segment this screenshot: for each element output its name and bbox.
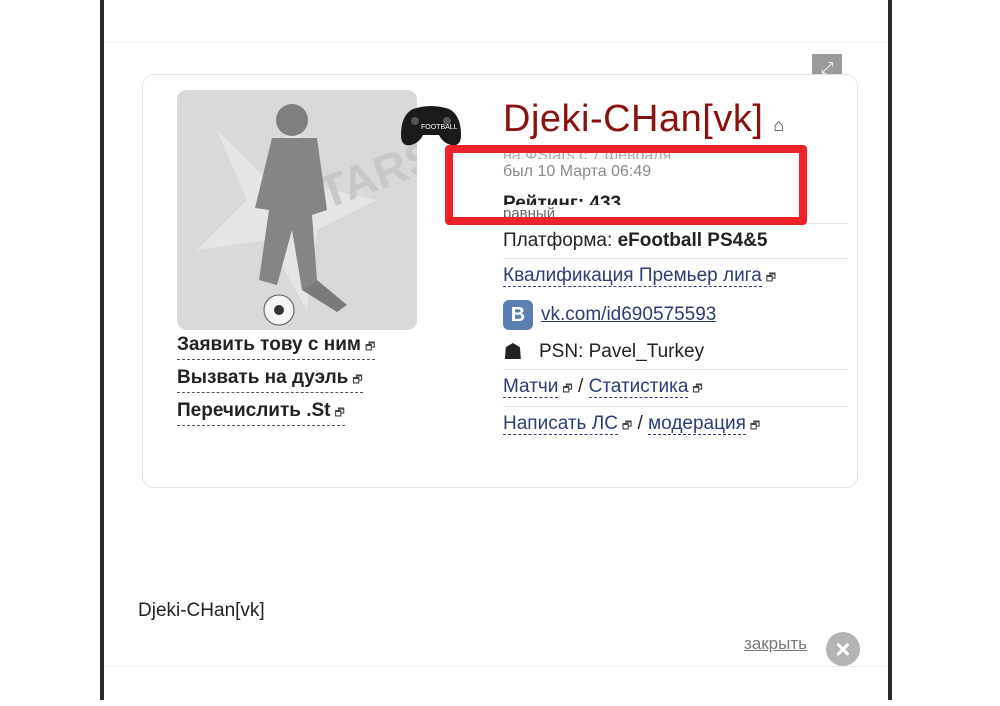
close-link[interactable]: закрыть [744,634,807,654]
matches-stats-row: Матчи 🗗 / Статистика 🗗 [503,369,848,406]
gamepad-icon: FOOTBALL [399,101,463,149]
external-icon: 🗗 [562,383,573,396]
backdrop-divider-right [888,0,892,700]
external-icon: 🗗 [749,420,761,433]
profile-modal: ⤢ STARS FOOTBALL Заявить тову с ним 🗗 Вы… [104,6,888,706]
highlight-box [445,145,807,225]
psn-row: ☗ PSN: Pavel_Turkey [503,335,848,369]
duel-label: Вызвать на дуэль [177,367,349,388]
external-icon: 🗗 [364,341,376,353]
player-silhouette-image: STARS [177,90,417,330]
separator: / [637,413,643,435]
playstation-icon: ☗ [503,339,523,364]
transfer-label: Перечислить .St [177,400,331,421]
external-icon: 🗗 [352,374,363,386]
statistics-link[interactable]: Статистика [588,376,689,399]
vk-row: Bvk.com/id690575593 [503,295,848,335]
home-icon[interactable]: ⌂ [773,115,784,135]
qualification-link[interactable]: Квалификация Премьер лига [503,265,762,287]
external-icon: 🗗 [765,272,777,284]
separator: / [578,376,584,398]
external-icon: 🗗 [621,420,633,433]
modal-header-divider [104,42,888,43]
platform-row: Платформа: eFootball PS4&5 [503,223,848,258]
platform-value: eFootball PS4&5 [617,230,768,251]
player-actions: Заявить тову с ним 🗗 Вызвать на дуэль 🗗 Пе… [177,333,376,432]
player-photo: STARS [177,90,417,330]
duel-link[interactable]: Вызвать на дуэль 🗗 [177,366,363,393]
moderation-link[interactable]: модерация [648,413,746,436]
platform-label: Платформа: [503,230,618,251]
footer-player-name: Djeki-CHan[vk] [138,600,265,621]
matches-link[interactable]: Матчи [503,376,559,399]
player-name: Djeki-CHan[vk] [503,98,764,140]
external-icon: 🗗 [692,383,703,396]
external-icon: 🗗 [334,407,345,419]
qualification-row: Квалификация Премьер лига 🗗 [503,258,848,295]
psn-id: PSN: Pavel_Turkey [539,341,705,363]
vk-icon: B [503,300,533,330]
transfer-link[interactable]: Перечислить .St 🗗 [177,399,345,426]
backdrop-left [0,0,102,700]
challenge-link[interactable]: Заявить тову с ним 🗗 [177,333,376,360]
profile-card: STARS FOOTBALL Заявить тову с ним🗗 Вызв [142,74,858,488]
vk-link[interactable]: vk.com/id690575593 [541,304,716,325]
player-name-row: Djeki-CHan[vk] ⌂ [503,95,848,143]
svg-text:FOOTBALL: FOOTBALL [421,124,458,131]
write-message-link[interactable]: Написать ЛС [503,413,618,436]
modal-footer-divider [104,666,888,667]
message-moderation-row: Написать ЛС 🗗 / модерация 🗗 [503,406,848,443]
backdrop-right [890,0,1000,700]
challenge-label: Заявить тову с ним [177,334,361,355]
close-icon[interactable]: × [826,632,860,666]
